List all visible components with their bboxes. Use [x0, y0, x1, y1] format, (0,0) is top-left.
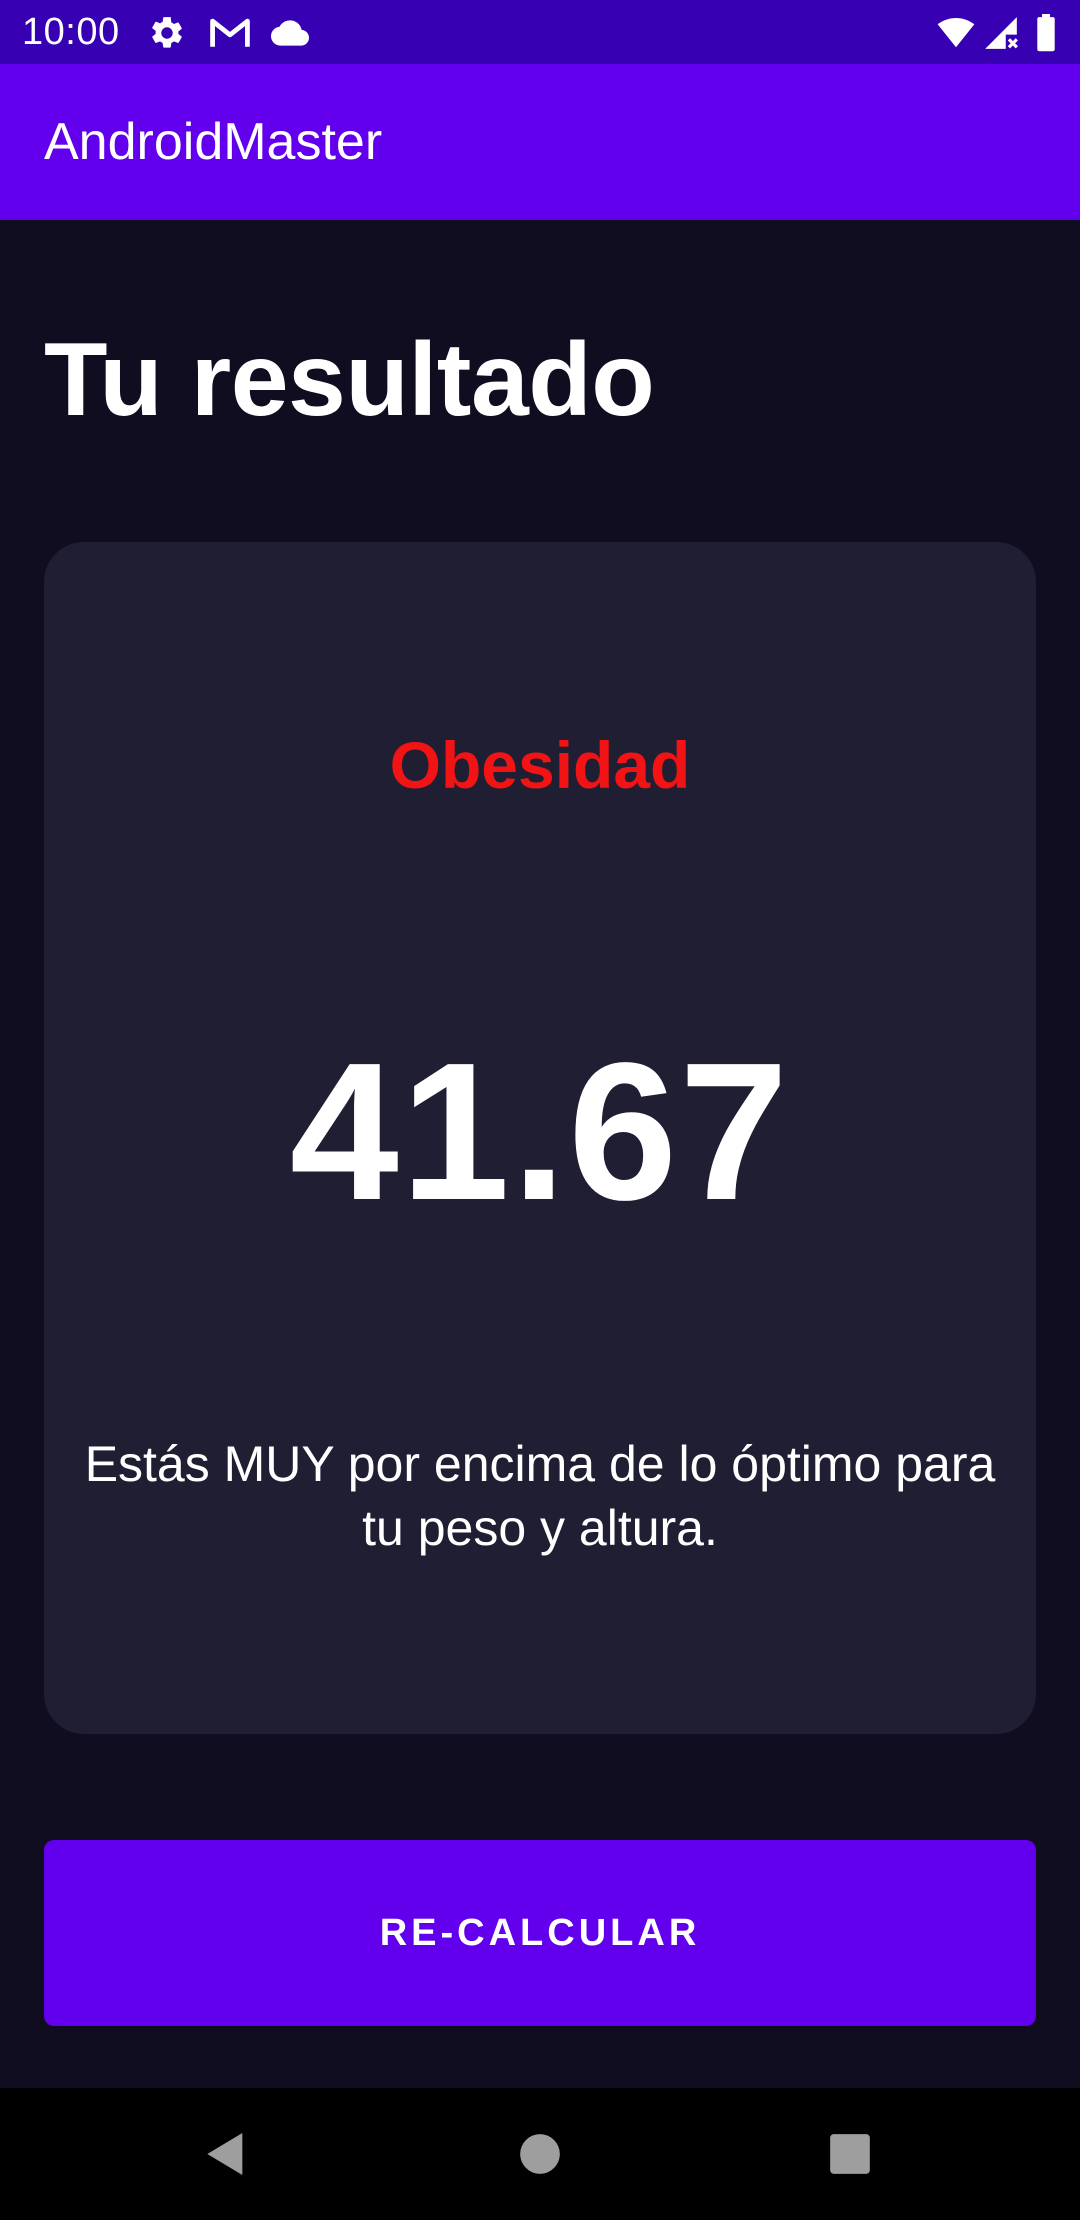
navigation-bar [0, 2088, 1080, 2220]
result-card: Obesidad 41.67 Estás MUY por encima de l… [44, 542, 1036, 1734]
app-bar: AndroidMaster [0, 64, 1080, 220]
home-icon[interactable] [512, 2126, 568, 2182]
status-time: 10:00 [22, 11, 120, 53]
bmi-value: 41.67 [289, 1022, 791, 1241]
signal-icon [982, 14, 1020, 52]
wifi-icon [934, 14, 978, 52]
recalculate-button[interactable]: RE-CALCULAR [44, 1840, 1036, 2026]
result-category: Obesidad [389, 728, 691, 802]
page-title: Tu resultado [44, 322, 655, 438]
battery-icon [1034, 14, 1058, 52]
result-description: Estás MUY por encima de lo óptimo para t… [84, 1436, 996, 1556]
back-icon[interactable] [198, 2126, 254, 2182]
cloud-icon [268, 14, 312, 52]
app-title: AndroidMaster [44, 113, 383, 171]
settings-icon [148, 14, 186, 52]
recents-icon[interactable] [822, 2126, 878, 2182]
gmail-icon [208, 14, 252, 52]
status-bar: 10:00 [0, 0, 1080, 64]
